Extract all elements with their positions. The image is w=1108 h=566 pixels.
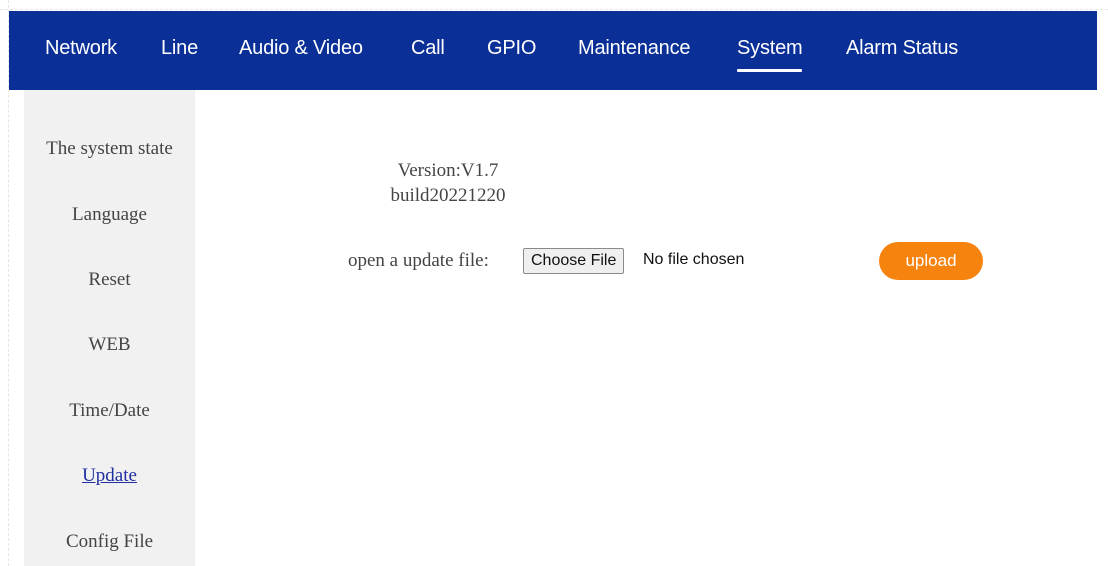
update-file-label: open a update file:: [348, 250, 489, 271]
page-top-border: [0, 0, 1108, 10]
file-status-text: No file chosen: [643, 251, 745, 268]
nav-gpio[interactable]: GPIO: [487, 37, 536, 60]
top-navbar: Network Line Audio & Video Call GPIO Mai…: [9, 11, 1097, 90]
page-left-border: [0, 0, 9, 566]
nav-maintenance[interactable]: Maintenance: [578, 37, 691, 60]
sidebar: The system state Language Reset WEB Time…: [24, 90, 195, 566]
sidebar-item-reset[interactable]: Reset: [24, 269, 195, 291]
sidebar-item-web[interactable]: WEB: [24, 334, 195, 356]
nav-network[interactable]: Network: [45, 37, 117, 60]
sidebar-item-time-date[interactable]: Time/Date: [24, 400, 195, 422]
nav-alarm-status[interactable]: Alarm Status: [846, 37, 958, 60]
sidebar-item-system-state[interactable]: The system state: [24, 138, 195, 160]
sidebar-item-config-file[interactable]: Config File: [24, 531, 195, 553]
nav-call[interactable]: Call: [411, 37, 445, 60]
version-line: Version:V1.7: [397, 160, 499, 181]
nav-audio-video[interactable]: Audio & Video: [239, 37, 363, 60]
version-info: Version:V1.7 build20221220: [360, 158, 536, 208]
build-line: build20221220: [390, 185, 506, 206]
sidebar-item-update[interactable]: Update: [24, 465, 195, 487]
nav-system[interactable]: System: [737, 37, 803, 72]
upload-button[interactable]: upload: [879, 242, 983, 280]
sidebar-item-language[interactable]: Language: [24, 204, 195, 226]
choose-file-button[interactable]: Choose File: [523, 248, 625, 274]
nav-line[interactable]: Line: [161, 37, 198, 60]
